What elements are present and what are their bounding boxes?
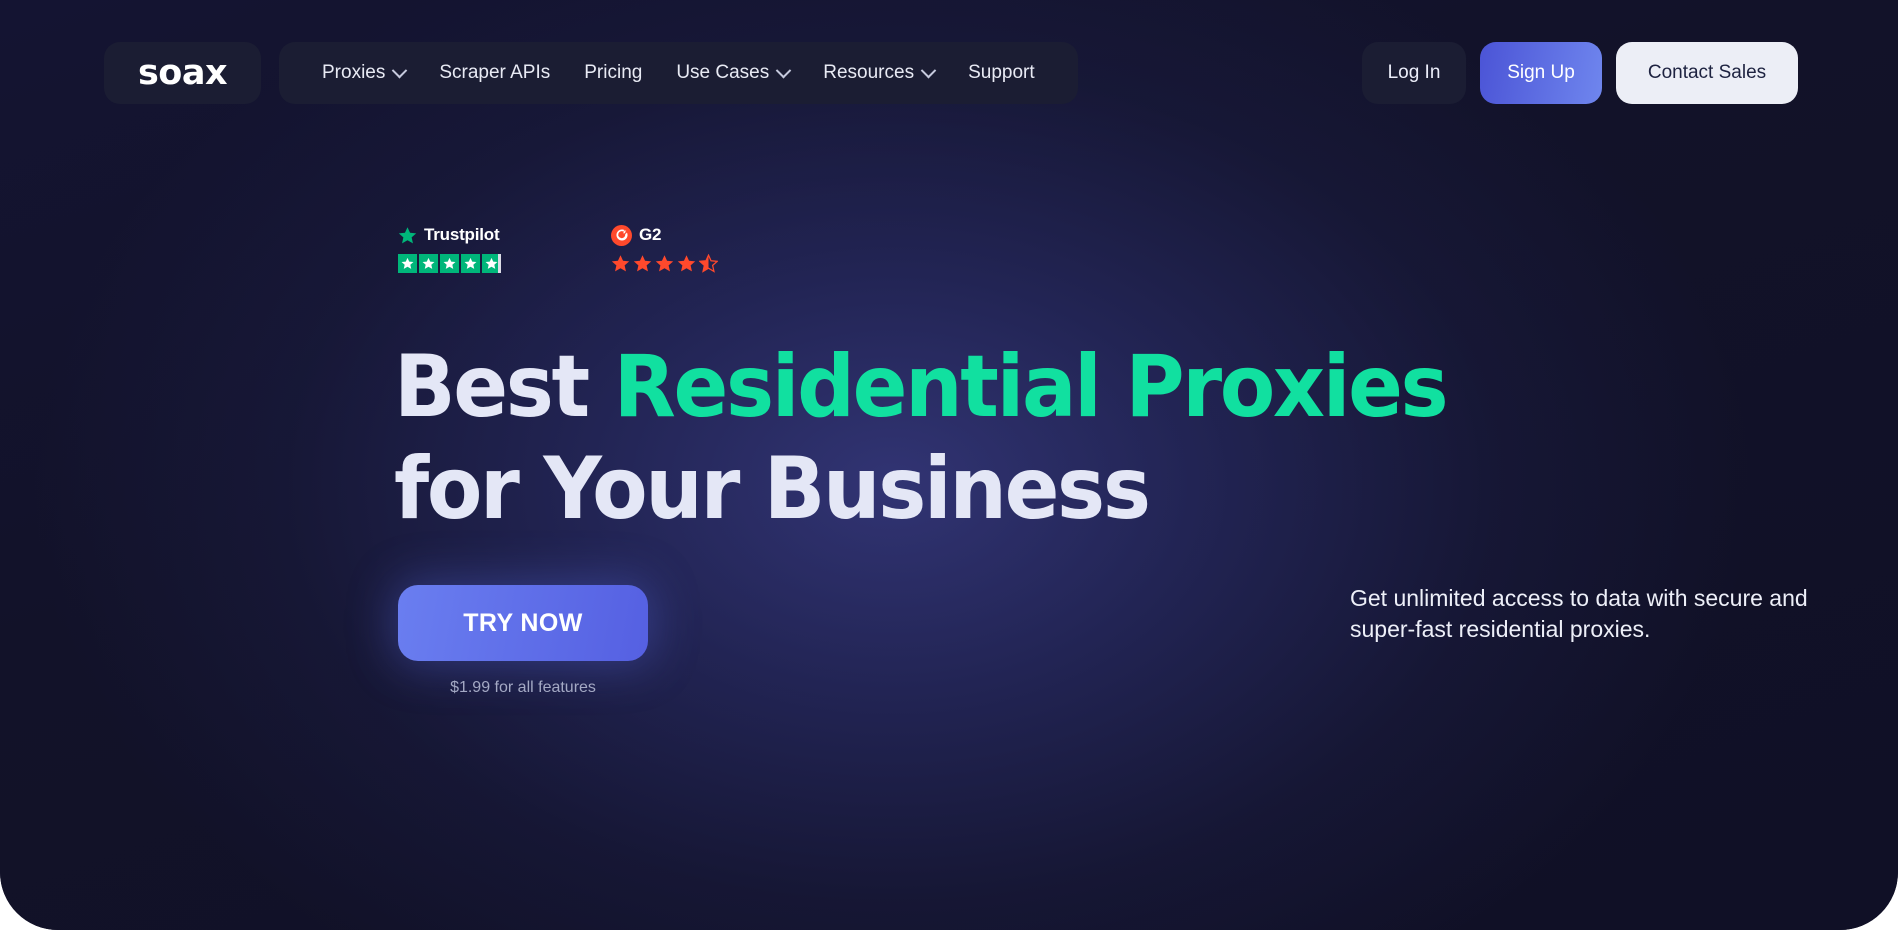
- g2-header: G2: [611, 224, 718, 246]
- g2-label: G2: [639, 225, 662, 244]
- g2-star-rating: [611, 254, 718, 273]
- login-button[interactable]: Log In: [1362, 42, 1466, 104]
- page-title: Best Residential Proxies for Your Busine…: [394, 344, 1449, 539]
- nav-label: Pricing: [584, 62, 643, 83]
- rating-badges: Trustpilot G2: [398, 224, 718, 273]
- star-icon: [633, 255, 652, 272]
- star-icon: [677, 255, 696, 272]
- trustpilot-star-icon: [398, 226, 417, 243]
- star-icon-partial: [482, 254, 501, 273]
- contact-sales-button[interactable]: Contact Sales: [1616, 42, 1798, 104]
- cta-group: TRY NOW $1.99 for all features: [398, 585, 648, 697]
- trustpilot-label: Trustpilot: [424, 225, 500, 244]
- logo-soax[interactable]: soax: [104, 42, 261, 104]
- nav-label: Resources: [823, 62, 915, 83]
- star-icon: [440, 254, 459, 273]
- g2-badge[interactable]: G2: [611, 224, 718, 273]
- nav-label: Use Cases: [676, 62, 770, 83]
- cta-price-note: $1.99 for all features: [450, 679, 596, 696]
- nav-label: Proxies: [322, 62, 386, 83]
- trustpilot-star-rating: [398, 254, 501, 273]
- star-icon: [655, 255, 674, 272]
- chevron-down-icon: [920, 62, 937, 78]
- headline-line-2: for Your Business: [394, 439, 1151, 539]
- nav-item-support[interactable]: Support: [951, 42, 1052, 104]
- hero-description: Get unlimited access to data with secure…: [1350, 585, 1808, 642]
- logo-text: soax: [137, 53, 228, 93]
- nav-label: Support: [968, 62, 1035, 83]
- star-icon: [611, 255, 630, 272]
- headline-plain: Best: [394, 337, 614, 437]
- star-icon-half: [699, 254, 718, 273]
- star-icon: [398, 254, 417, 273]
- headline-accent: Residential Proxies: [613, 337, 1449, 437]
- signup-button[interactable]: Sign Up: [1480, 42, 1602, 104]
- star-icon: [461, 254, 480, 273]
- star-icon: [419, 254, 438, 273]
- nav-label: Scraper APIs: [439, 62, 551, 83]
- trustpilot-badge[interactable]: Trustpilot: [398, 225, 501, 273]
- nav-item-scraper-apis[interactable]: Scraper APIs: [422, 42, 567, 104]
- nav-item-proxies[interactable]: Proxies: [305, 42, 422, 104]
- nav-item-use-cases[interactable]: Use Cases: [659, 42, 806, 104]
- chevron-down-icon: [775, 62, 792, 78]
- trustpilot-header: Trustpilot: [398, 225, 501, 245]
- try-now-button[interactable]: TRY NOW: [398, 585, 648, 661]
- nav-item-pricing[interactable]: Pricing: [567, 42, 659, 104]
- g2-logo-icon: [611, 224, 632, 246]
- hero-page: soax Proxies Scraper APIs Pricing Use Ca…: [0, 0, 1898, 930]
- main-navigation: Proxies Scraper APIs Pricing Use Cases R…: [279, 42, 1078, 104]
- chevron-down-icon: [392, 62, 408, 78]
- header-actions: Log In Sign Up Contact Sales: [1362, 42, 1798, 104]
- site-header: soax Proxies Scraper APIs Pricing Use Ca…: [0, 42, 1898, 104]
- headline-line-1: Best Residential Proxies: [394, 337, 1449, 437]
- nav-item-resources[interactable]: Resources: [806, 42, 951, 104]
